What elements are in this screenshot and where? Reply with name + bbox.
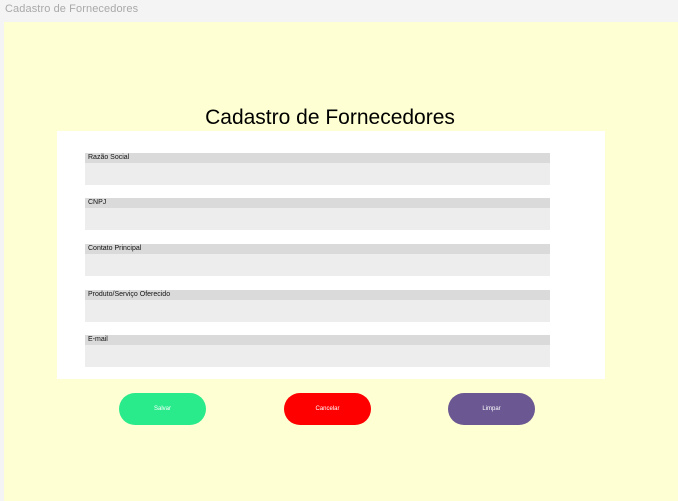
razao-social-input[interactable] [85, 163, 550, 185]
razao-social-label: Razão Social [85, 153, 550, 163]
produto-servico-label: Produto/Serviço Oferecido [85, 290, 550, 300]
field-razao-social: Razão Social [85, 153, 550, 185]
supplier-form: Razão Social CNPJ Contato Principal Prod… [57, 131, 605, 379]
produto-servico-input[interactable] [85, 300, 550, 322]
email-input[interactable] [85, 345, 550, 367]
page-canvas: Cadastro de Fornecedores Razão Social CN… [4, 22, 678, 501]
save-button[interactable]: Salvar [119, 393, 206, 425]
cnpj-label: CNPJ [85, 198, 550, 208]
contato-principal-label: Contato Principal [85, 244, 550, 254]
contato-principal-input[interactable] [85, 254, 550, 276]
page-title: Cadastro de Fornecedores [205, 106, 455, 129]
field-email: E-mail [85, 335, 550, 367]
email-label: E-mail [85, 335, 550, 345]
cancel-button[interactable]: Cancelar [284, 393, 371, 425]
field-cnpj: CNPJ [85, 198, 550, 230]
clear-button[interactable]: Limpar [448, 393, 535, 425]
field-produto-servico: Produto/Serviço Oferecido [85, 290, 550, 322]
cnpj-input[interactable] [85, 208, 550, 230]
field-contato-principal: Contato Principal [85, 244, 550, 276]
window-title: Cadastro de Fornecedores [5, 3, 139, 15]
